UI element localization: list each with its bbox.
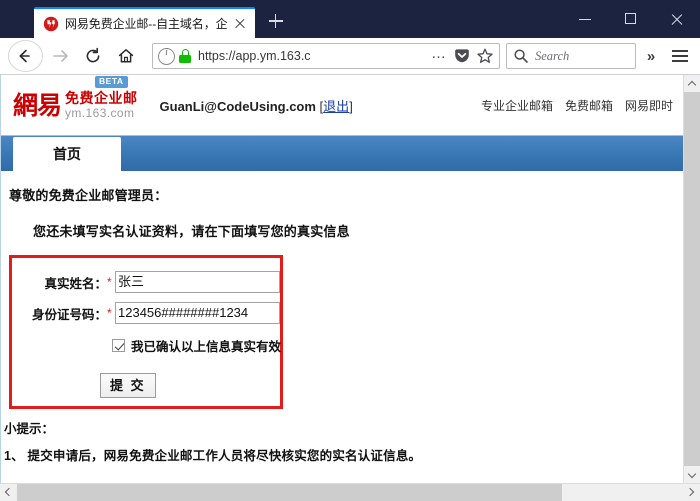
scroll-left-icon[interactable] [0,484,17,501]
search-bar[interactable]: Search [506,43,636,69]
reload-arrow-icon [86,47,100,63]
page-content: 尊敬的免费企业邮管理员： 您还未填写实名认证资料，请在下面填写您的真实信息 真实… [1,171,683,464]
vertical-scroll-thumb[interactable] [684,92,700,466]
header-link-im[interactable]: 网易即时 [625,97,673,114]
confirm-checkbox[interactable] [112,339,125,352]
close-window-button[interactable] [654,3,700,35]
brand-name-cn: 網易 [13,91,62,120]
search-input[interactable]: Search [535,49,569,64]
realname-verification-form: 真实姓名： * 张三 身份证号码： * 123456########1234 我… [9,255,283,409]
account-email: GuanLi@CodeUsing.com [159,98,316,114]
beta-badge: BETA [95,76,128,88]
bookmark-star-icon[interactable] [476,47,494,65]
vertical-scrollbar[interactable] [683,75,700,483]
forward-button[interactable] [45,41,78,71]
greeting-text: 尊敬的免费企业邮管理员： [9,188,168,203]
account-info: GuanLi@CodeUsing.com [退出] [160,96,353,115]
form-row-confirm: 我已确认以上信息真实有效 [12,336,281,355]
product-name: 免费企业邮 [65,90,138,106]
browser-tab-title: 网易免费企业邮--自主域名，企 [65,17,228,31]
toolbar-overflow-button[interactable]: » [636,48,666,65]
navigation-toolbar: https://app.ym.163.c … Sea [0,38,700,75]
form-row-submit: 提 交 [12,373,280,398]
page-viewport: 網易 BETA 免费企业邮 ym.163.com GuanLi@CodeUsin… [0,75,700,483]
bottom-scroll-strip [0,483,700,501]
forward-arrow-icon [53,50,68,62]
horizontal-scroll-thumb[interactable] [17,484,562,501]
app-menu-button[interactable] [666,41,694,71]
horizontal-scrollbar[interactable] [0,483,700,501]
instruction-text: 您还未填写实名认证资料，请在下面填写您的真实信息 [33,224,350,239]
maximize-window-button[interactable] [608,3,654,35]
url-text: https://app.ym.163.c [198,49,311,63]
bracket-close: ] [349,98,353,114]
site-tab-bar: 首页 [1,135,683,171]
header-link-pro-mail[interactable]: 专业企业邮箱 [481,97,553,114]
site-tab-home[interactable]: 首页 [13,137,121,171]
netease-mail-favicon-icon [43,16,59,32]
tab-strip: 网易免费企业邮--自主域名，企 [0,0,562,38]
horizontal-scroll-track[interactable] [562,484,683,501]
header-link-free-mail[interactable]: 免费邮箱 [565,97,613,114]
required-asterisk-name: * [107,275,112,289]
header-links: 专业企业邮箱 免费邮箱 网易即时 [481,97,673,114]
scroll-up-icon[interactable] [684,75,700,92]
product-domain: ym.163.com [65,106,135,120]
scroll-right-icon[interactable] [683,484,700,501]
pocket-icon[interactable] [453,47,471,65]
home-button[interactable] [111,41,144,71]
site-information-icon[interactable] [158,47,175,65]
back-arrow-icon [19,49,30,63]
minimize-window-button[interactable] [562,3,608,35]
secure-lock-icon [179,49,191,63]
confirm-checkbox-label[interactable]: 我已确认以上信息真实有效 [131,336,281,355]
idnumber-label: 身份证号码： [31,307,107,322]
submit-button[interactable]: 提 交 [100,373,156,398]
new-tab-button[interactable] [261,6,291,36]
web-page: 網易 BETA 免费企业邮 ym.163.com GuanLi@CodeUsin… [0,75,683,483]
page-actions-icon[interactable]: … [427,46,453,63]
form-row-realname: 真实姓名： * 张三 [12,271,280,293]
site-header: 網易 BETA 免费企业邮 ym.163.com GuanLi@CodeUsin… [1,75,683,135]
logout-link[interactable]: 退出 [323,99,349,114]
browser-tab-active[interactable]: 网易免费企业邮--自主域名，企 [34,7,255,38]
home-house-icon [118,49,134,63]
close-tab-icon[interactable] [231,15,249,33]
reload-button[interactable] [78,41,111,71]
idnumber-input[interactable]: 123456########1234 [115,302,280,324]
scroll-down-icon[interactable] [684,466,700,483]
search-icon [513,48,529,64]
form-row-idnumber: 身份证号码： * 123456########1234 [12,302,280,324]
site-logo[interactable]: 網易 BETA 免费企业邮 ym.163.com [13,76,138,120]
realname-input[interactable]: 张三 [115,271,280,293]
tips-section: 小提示： 1、 提交申请后，网易免费企业邮工作人员将尽快核实您的实名认证信息。 [1,418,683,464]
browser-window: 网易免费企业邮--自主域名，企 i https://app.ym.163.c …… [0,0,700,501]
tips-item-1: 1、 提交申请后，网易免费企业邮工作人员将尽快核实您的实名认证信息。 [4,449,422,463]
required-asterisk-id: * [107,306,112,320]
url-bar[interactable]: https://app.ym.163.c … [152,43,500,69]
realname-label: 真实姓名： [44,276,107,291]
back-button[interactable] [8,40,43,72]
tips-title: 小提示： [4,422,55,436]
window-controls [562,0,700,38]
browser-titlebar: 网易免费企业邮--自主域名，企 [0,0,700,38]
